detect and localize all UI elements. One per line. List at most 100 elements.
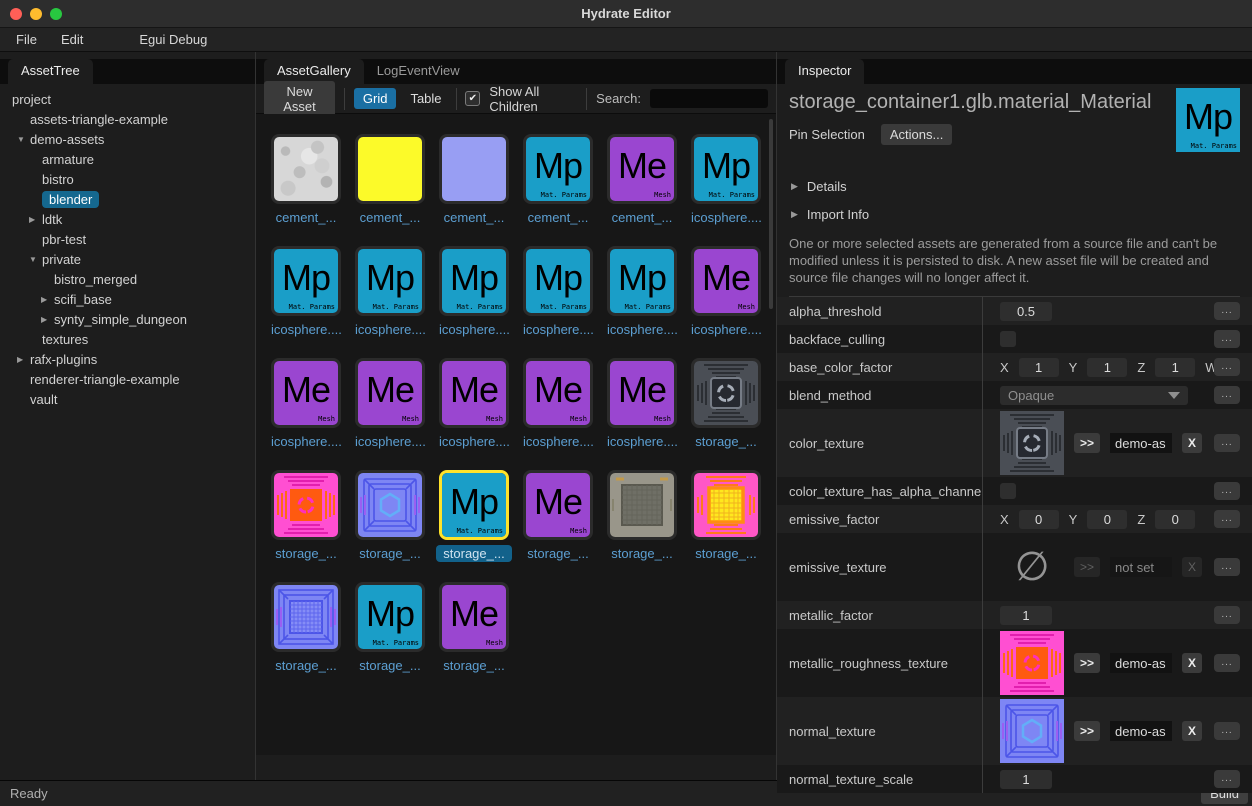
gallery-tile[interactable]: MeMeshicosphere.... <box>264 358 348 450</box>
clear-reference-button[interactable]: X <box>1182 721 1202 741</box>
tree-item-renderer-triangle-example[interactable]: renderer-triangle-example <box>0 369 255 389</box>
tree-item-private[interactable]: ▼private <box>0 249 255 269</box>
more-options-button[interactable]: ... <box>1214 358 1240 376</box>
tree-item-textures[interactable]: textures <box>0 329 255 349</box>
chevron-right-icon[interactable]: ▶ <box>41 315 54 324</box>
tile-frame[interactable]: MpMat. Params <box>523 134 593 204</box>
gallery-tile[interactable]: MeMeshstorage_... <box>432 582 516 674</box>
gallery-tile[interactable]: storage_... <box>264 470 348 562</box>
tree-item-project[interactable]: project <box>0 89 255 109</box>
chevron-right-icon[interactable]: ▶ <box>41 295 54 304</box>
gallery-tile[interactable]: MpMat. Paramsicosphere.... <box>432 246 516 338</box>
gallery-tile[interactable]: storage_... <box>348 470 432 562</box>
tree-item-assets-triangle-example[interactable]: assets-triangle-example <box>0 109 255 129</box>
gallery-tile[interactable]: MpMat. Paramsicosphere.... <box>516 246 600 338</box>
tree-item-synty_simple_dungeon[interactable]: ▶synty_simple_dungeon <box>0 309 255 329</box>
new-asset-button[interactable]: New Asset <box>264 81 335 117</box>
tree-item-blender[interactable]: blender <box>0 189 255 209</box>
tile-frame[interactable]: MeMesh <box>271 358 341 428</box>
tile-frame[interactable]: MeMesh <box>523 470 593 540</box>
gallery-tile[interactable]: MeMeshicosphere.... <box>432 358 516 450</box>
checkbox[interactable] <box>1000 483 1016 499</box>
minimize-window-icon[interactable] <box>30 8 42 20</box>
more-options-button[interactable]: ... <box>1214 654 1240 672</box>
tile-frame[interactable] <box>271 134 341 204</box>
goto-asset-button[interactable]: >> <box>1074 653 1100 673</box>
drag-value-field-z[interactable]: 0 <box>1155 510 1195 529</box>
tab-asset-tree[interactable]: AssetTree <box>8 59 93 84</box>
tile-frame[interactable] <box>691 358 761 428</box>
tile-frame[interactable]: MpMat. Params <box>355 246 425 316</box>
tile-frame[interactable]: MpMat. Params <box>271 246 341 316</box>
more-options-button[interactable]: ... <box>1214 434 1240 452</box>
menu-edit[interactable]: Edit <box>55 30 89 49</box>
tile-frame[interactable]: MeMesh <box>355 358 425 428</box>
tile-frame[interactable] <box>691 470 761 540</box>
more-options-button[interactable]: ... <box>1214 482 1240 500</box>
asset-reference-field[interactable]: not set <box>1110 557 1172 577</box>
gallery-tile[interactable]: cement_... <box>264 134 348 226</box>
gallery-tile[interactable]: MeMeshstorage_... <box>516 470 600 562</box>
tree-item-bistro_merged[interactable]: bistro_merged <box>0 269 255 289</box>
tree-item-armature[interactable]: armature <box>0 149 255 169</box>
goto-asset-button[interactable]: >> <box>1074 721 1100 741</box>
drag-value-field-y[interactable]: 1 <box>1087 358 1127 377</box>
actions-button[interactable]: Actions... <box>881 124 952 145</box>
gallery-tile[interactable]: MpMat. Paramscement_... <box>516 134 600 226</box>
asset-reference-field[interactable]: demo-as <box>1110 721 1172 741</box>
gallery-tile[interactable]: MpMat. Paramsicosphere.... <box>348 246 432 338</box>
search-input[interactable] <box>650 89 768 108</box>
more-options-button[interactable]: ... <box>1214 302 1240 320</box>
tile-frame[interactable]: MpMat. Params <box>355 582 425 652</box>
grid-view-button[interactable]: Grid <box>354 88 397 109</box>
chevron-down-icon[interactable]: ▼ <box>29 255 42 264</box>
tile-frame[interactable]: MpMat. Params <box>607 246 677 316</box>
tile-frame[interactable]: MpMat. Params <box>439 246 509 316</box>
table-view-button[interactable]: Table <box>405 88 446 109</box>
drag-value-field[interactable]: 0.5 <box>1000 302 1052 321</box>
more-options-button[interactable]: ... <box>1214 606 1240 624</box>
tile-frame[interactable]: MpMat. Params <box>691 134 761 204</box>
maximize-window-icon[interactable] <box>50 8 62 20</box>
chevron-down-icon[interactable]: ▼ <box>17 135 30 144</box>
gallery-tile[interactable]: MeMeshicosphere.... <box>600 358 684 450</box>
tile-frame[interactable] <box>271 582 341 652</box>
tree-item-rafx-plugins[interactable]: ▶rafx-plugins <box>0 349 255 369</box>
clear-reference-button[interactable]: X <box>1182 653 1202 673</box>
tab-inspector[interactable]: Inspector <box>785 59 864 84</box>
drag-value-field-x[interactable]: 1 <box>1019 358 1059 377</box>
tile-frame[interactable] <box>607 470 677 540</box>
asset-reference-field[interactable]: demo-as <box>1110 653 1172 673</box>
dropdown[interactable]: Opaque <box>1000 386 1188 405</box>
tree-item-pbr-test[interactable]: pbr-test <box>0 229 255 249</box>
drag-value-field[interactable]: 1 <box>1000 770 1052 789</box>
gallery-tile[interactable]: MeMeshicosphere.... <box>684 246 768 338</box>
gallery-tile[interactable]: MeMeshcement_... <box>600 134 684 226</box>
tile-frame[interactable] <box>271 470 341 540</box>
gallery-tile[interactable]: MpMat. Paramsicosphere.... <box>684 134 768 226</box>
drag-value-field-y[interactable]: 0 <box>1087 510 1127 529</box>
gallery-tile[interactable]: storage_... <box>264 582 348 674</box>
more-options-button[interactable]: ... <box>1214 770 1240 788</box>
tab-log-event-view[interactable]: LogEventView <box>364 59 473 84</box>
tree-item-vault[interactable]: vault <box>0 389 255 409</box>
gallery-tile[interactable]: MpMat. Paramsicosphere.... <box>264 246 348 338</box>
gallery-tile[interactable]: storage_... <box>684 470 768 562</box>
asset-reference-field[interactable]: demo-as <box>1110 433 1172 453</box>
gallery-scrollbar[interactable] <box>769 119 773 309</box>
tile-frame[interactable]: MeMesh <box>691 246 761 316</box>
more-options-button[interactable]: ... <box>1214 722 1240 740</box>
tree-item-demo-assets[interactable]: ▼demo-assets <box>0 129 255 149</box>
tile-frame[interactable]: MpMat. Params <box>523 246 593 316</box>
details-section-header[interactable]: ▶ Details <box>791 179 1252 194</box>
tree-item-ldtk[interactable]: ▶ldtk <box>0 209 255 229</box>
gallery-tile[interactable]: MeMeshicosphere.... <box>348 358 432 450</box>
pin-selection-button[interactable]: Pin Selection <box>789 127 865 142</box>
chevron-right-icon[interactable]: ▶ <box>17 355 30 364</box>
tile-frame[interactable]: MpMat. Params <box>439 470 509 540</box>
tile-frame[interactable] <box>439 134 509 204</box>
gallery-tile[interactable]: MpMat. Paramsstorage_... <box>432 470 516 562</box>
clear-reference-button[interactable]: X <box>1182 433 1202 453</box>
chevron-right-icon[interactable]: ▶ <box>29 215 42 224</box>
more-options-button[interactable]: ... <box>1214 386 1240 404</box>
